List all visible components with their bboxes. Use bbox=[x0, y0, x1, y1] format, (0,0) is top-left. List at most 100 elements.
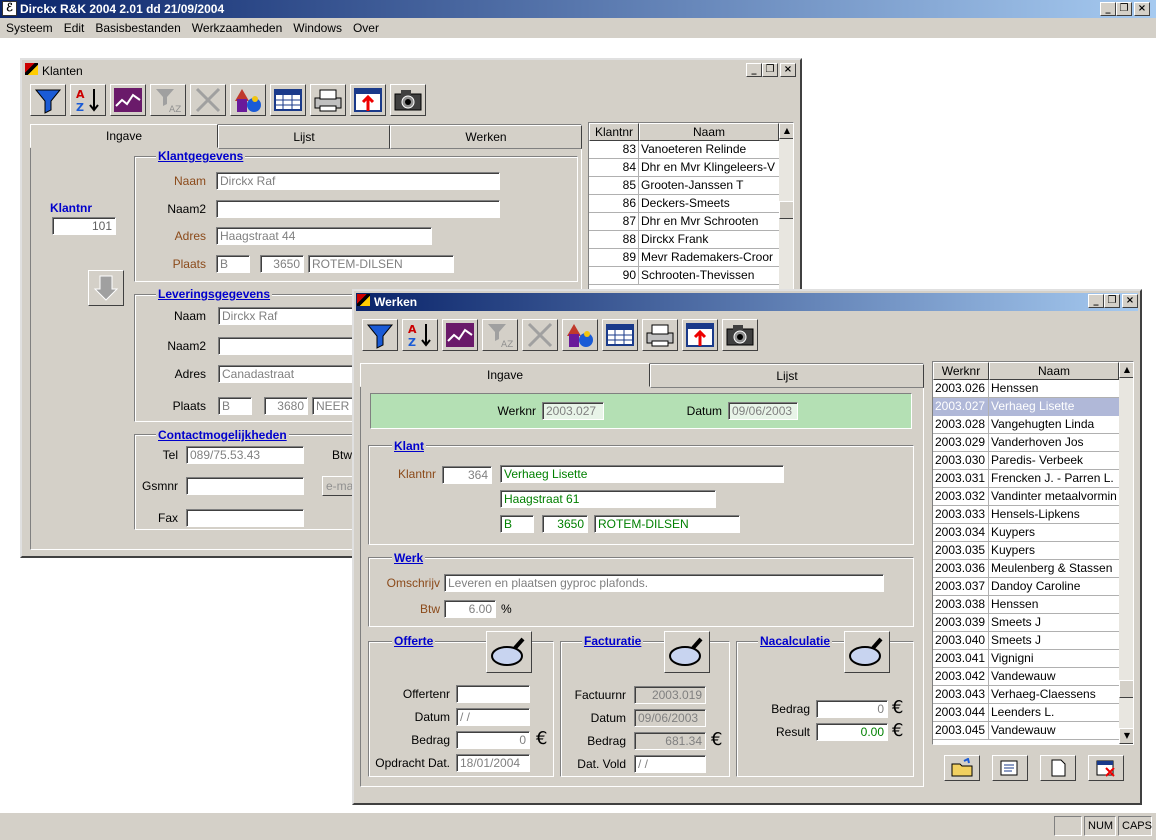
naam-field[interactable]: Dirckx Raf bbox=[216, 172, 500, 190]
menu-over[interactable]: Over bbox=[349, 21, 383, 35]
table-row[interactable]: 2003.042 Vandewauw bbox=[933, 668, 1119, 686]
menu-windows[interactable]: Windows bbox=[289, 21, 346, 35]
offerte-search-button[interactable] bbox=[486, 631, 532, 673]
table-row[interactable]: 86 Deckers-Smeets bbox=[589, 195, 779, 213]
table-row[interactable]: 87 Dhr en Mvr Schrooten bbox=[589, 213, 779, 231]
camera-button[interactable] bbox=[722, 319, 758, 351]
filter-button[interactable] bbox=[30, 84, 66, 116]
table-row[interactable]: 89 Mevr Rademakers-Croor bbox=[589, 249, 779, 267]
factuur-datum-field[interactable]: 09/06/2003 bbox=[634, 709, 706, 727]
werk-klant-adres-field[interactable]: Haagstraat 61 bbox=[500, 490, 716, 508]
table-row[interactable]: 2003.033 Hensels-Lipkens bbox=[933, 506, 1119, 524]
scroll-thumb[interactable] bbox=[779, 201, 793, 219]
table-row[interactable]: 83 Vanoeteren Relinde bbox=[589, 141, 779, 159]
klanten-minimize-button[interactable]: _ bbox=[746, 63, 762, 77]
chart-button[interactable] bbox=[110, 84, 146, 116]
tab-lijst[interactable]: Lijst bbox=[218, 125, 390, 149]
werken-close-button[interactable]: × bbox=[1122, 294, 1138, 308]
offertenr-field[interactable] bbox=[456, 685, 530, 703]
table-row[interactable]: 2003.037 Dandoy Caroline bbox=[933, 578, 1119, 596]
app-minimize-button[interactable]: _ bbox=[1100, 2, 1116, 16]
fax-field[interactable] bbox=[186, 509, 304, 527]
table-row[interactable]: 84 Dhr en Mvr Klingeleers-V bbox=[589, 159, 779, 177]
scroll-up-button[interactable]: ▲ bbox=[1119, 362, 1133, 378]
print-button[interactable] bbox=[642, 319, 678, 351]
tel-field[interactable]: 089/75.53.43 bbox=[186, 446, 304, 464]
open-button[interactable] bbox=[944, 755, 980, 781]
tab-ingave[interactable]: Ingave bbox=[360, 363, 650, 387]
new-button[interactable] bbox=[1040, 755, 1076, 781]
werken-minimize-button[interactable]: _ bbox=[1088, 294, 1104, 308]
app-close-button[interactable]: × bbox=[1134, 2, 1150, 16]
table-row[interactable]: 2003.045 Vandewauw bbox=[933, 722, 1119, 740]
tab-lijst[interactable]: Lijst bbox=[650, 364, 924, 388]
nacalculatie-search-button[interactable] bbox=[844, 631, 890, 673]
table-row[interactable]: 2003.026 Henssen bbox=[933, 380, 1119, 398]
table-row[interactable]: 2003.043 Verhaeg-Claessens bbox=[933, 686, 1119, 704]
menu-systeem[interactable]: Systeem bbox=[2, 21, 57, 35]
col-naam-header[interactable]: Naam bbox=[989, 362, 1119, 380]
menu-basisbestanden[interactable]: Basisbestanden bbox=[91, 21, 184, 35]
tab-werken[interactable]: Werken bbox=[390, 125, 582, 149]
app-restore-button[interactable]: ❐ bbox=[1116, 2, 1132, 16]
table-row[interactable]: 2003.034 Kuypers bbox=[933, 524, 1119, 542]
export-button[interactable] bbox=[682, 319, 718, 351]
result-field[interactable]: 0.00 bbox=[816, 723, 888, 741]
scroll-up-button[interactable]: ▲ bbox=[779, 123, 793, 139]
clear-filter-button[interactable] bbox=[522, 319, 558, 351]
table-row[interactable]: 2003.040 Smeets J bbox=[933, 632, 1119, 650]
klanten-grid-scrollbar[interactable]: ▲ bbox=[779, 123, 793, 291]
col-klantnr-header[interactable]: Klantnr bbox=[589, 123, 639, 141]
copy-down-button[interactable] bbox=[88, 270, 124, 306]
table-row[interactable]: 2003.038 Henssen bbox=[933, 596, 1119, 614]
nacalc-bedrag-field[interactable]: 0 bbox=[816, 700, 888, 718]
werk-klantnr-field[interactable]: 364 bbox=[442, 466, 492, 484]
table-row[interactable]: 85 Grooten-Janssen T bbox=[589, 177, 779, 195]
filter-sort-button[interactable]: AZ bbox=[150, 84, 186, 116]
table-row[interactable]: 2003.029 Vanderhoven Jos bbox=[933, 434, 1119, 452]
table-row[interactable]: 2003.036 Meulenberg & Stassen bbox=[933, 560, 1119, 578]
datum-voldaan-field[interactable]: / / bbox=[634, 755, 706, 773]
klanten-restore-button[interactable]: ❐ bbox=[762, 63, 778, 77]
clear-filter-button[interactable] bbox=[190, 84, 226, 116]
factuur-bedrag-field[interactable]: 681.34 bbox=[634, 732, 706, 750]
export-button[interactable] bbox=[350, 84, 386, 116]
gsm-field[interactable] bbox=[186, 477, 304, 495]
table-button[interactable] bbox=[270, 84, 306, 116]
werken-restore-button[interactable]: ❐ bbox=[1104, 294, 1120, 308]
tab-ingave[interactable]: Ingave bbox=[30, 124, 218, 148]
factuurnr-field[interactable]: 2003.019 bbox=[634, 686, 706, 704]
werk-klant-gemeente-field[interactable]: ROTEM-DILSEN bbox=[594, 515, 740, 533]
edit-button[interactable] bbox=[992, 755, 1028, 781]
print-button[interactable] bbox=[310, 84, 346, 116]
werk-btw-field[interactable]: 6.00 bbox=[444, 600, 496, 618]
shapes-button[interactable] bbox=[230, 84, 266, 116]
filter-sort-button[interactable]: AZ bbox=[482, 319, 518, 351]
klanten-close-button[interactable]: × bbox=[780, 63, 796, 77]
werken-grid-scrollbar[interactable]: ▲ ▼ bbox=[1119, 362, 1133, 744]
sort-button[interactable]: AZ bbox=[70, 84, 106, 116]
table-row[interactable]: 2003.027 Verhaeg Lisette bbox=[933, 398, 1119, 416]
gemeente-field[interactable]: ROTEM-DILSEN bbox=[308, 255, 454, 273]
werk-klant-naam-field[interactable]: Verhaeg Lisette bbox=[500, 465, 784, 483]
offerte-datum-field[interactable]: / / bbox=[456, 708, 530, 726]
facturatie-search-button[interactable] bbox=[664, 631, 710, 673]
app-icon[interactable]: ℰ bbox=[2, 1, 17, 16]
lev-land-field[interactable]: B bbox=[218, 397, 252, 415]
table-row[interactable]: 2003.030 Paredis- Verbeek bbox=[933, 452, 1119, 470]
table-row[interactable]: 2003.039 Smeets J bbox=[933, 614, 1119, 632]
scroll-down-button[interactable]: ▼ bbox=[1119, 728, 1133, 744]
table-row[interactable]: 90 Schrooten-Thevissen bbox=[589, 267, 779, 285]
table-row[interactable]: 2003.035 Kuypers bbox=[933, 542, 1119, 560]
filter-button[interactable] bbox=[362, 319, 398, 351]
table-row[interactable]: 2003.028 Vangehugten Linda bbox=[933, 416, 1119, 434]
col-werknr-header[interactable]: Werknr bbox=[933, 362, 989, 380]
table-button[interactable] bbox=[602, 319, 638, 351]
col-naam-header[interactable]: Naam bbox=[639, 123, 779, 141]
table-row[interactable]: 2003.031 Frencken J. - Parren L. bbox=[933, 470, 1119, 488]
shapes-button[interactable] bbox=[562, 319, 598, 351]
table-row[interactable]: 2003.032 Vandinter metaalvormin bbox=[933, 488, 1119, 506]
delete-button[interactable] bbox=[1088, 755, 1124, 781]
land-field[interactable]: B bbox=[216, 255, 250, 273]
offerte-bedrag-field[interactable]: 0 bbox=[456, 731, 530, 749]
